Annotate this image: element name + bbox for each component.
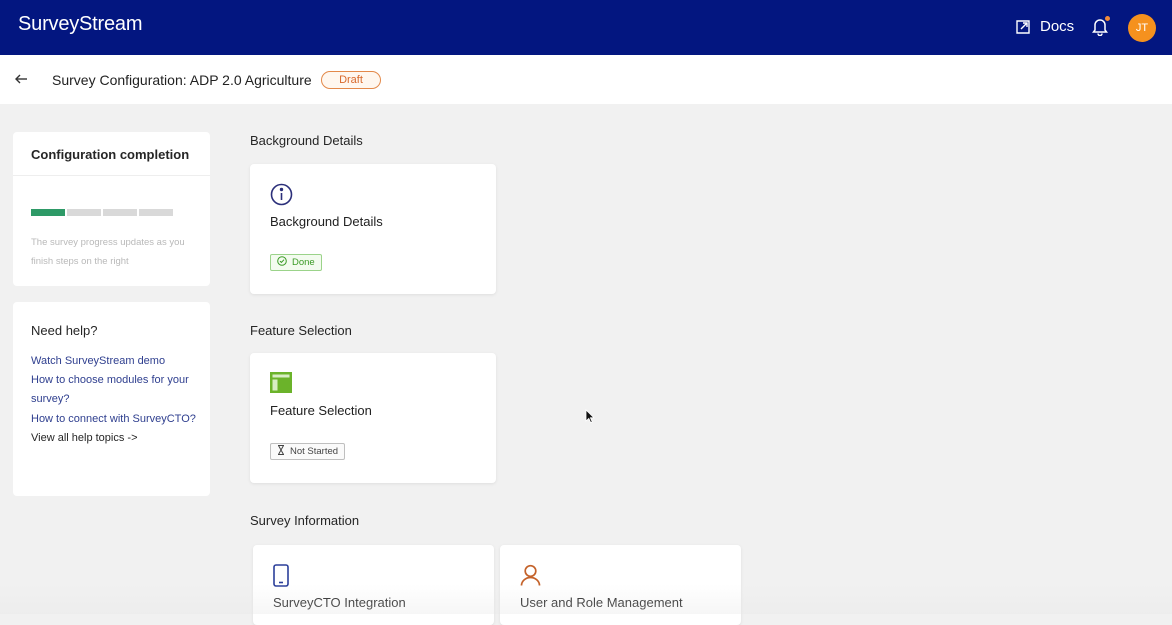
user-icon <box>520 564 541 591</box>
section-title-background-details: Background Details <box>250 133 363 148</box>
card-label: User and Role Management <box>520 595 683 610</box>
help-link-choose-modules[interactable]: How to choose modules for your survey? <box>31 371 201 409</box>
section-title-survey-information: Survey Information <box>250 513 360 528</box>
page-header: Survey Configuration: ADP 2.0 Agricultur… <box>0 55 1172 104</box>
page-title: Survey Configuration: ADP 2.0 Agricultur… <box>52 72 312 88</box>
card-label: Background Details <box>270 214 383 229</box>
progress-note: The survey progress updates as you finis… <box>31 237 185 267</box>
user-role-management-card[interactable]: User and Role Management <box>500 545 741 625</box>
section-title-feature-selection: Feature Selection <box>250 323 352 338</box>
bell-icon <box>1091 19 1109 40</box>
top-navbar: SurveyStream Docs JT <box>0 0 1172 55</box>
mouse-cursor-icon <box>585 409 595 429</box>
progress-segment <box>103 209 137 216</box>
background-details-card[interactable]: Background Details Done <box>250 164 496 294</box>
check-circle-icon <box>277 256 287 269</box>
help-link-connect-surveycto[interactable]: How to connect with SurveyCTO? <box>31 410 201 429</box>
notifications-button[interactable] <box>1091 15 1111 41</box>
help-title: Need help? <box>31 323 98 338</box>
docs-link[interactable]: Docs <box>1015 18 1074 35</box>
progress-segment <box>31 209 65 216</box>
status-label: Done <box>292 257 315 268</box>
surveycto-integration-card[interactable]: SurveyCTO Integration <box>253 545 494 625</box>
hourglass-icon <box>277 445 285 458</box>
progress-bar <box>31 209 173 216</box>
card-label: SurveyCTO Integration <box>273 595 406 610</box>
status-badge: Draft <box>321 71 381 89</box>
feature-selection-card[interactable]: Feature Selection Not Started <box>250 353 496 483</box>
help-panel: Need help? Watch SurveyStream demo How t… <box>13 302 210 496</box>
panel-title: Configuration completion <box>13 132 210 176</box>
layout-icon <box>270 372 292 398</box>
configuration-completion-panel: Configuration completion The survey prog… <box>13 132 210 286</box>
info-icon <box>270 183 293 211</box>
app-logo[interactable]: SurveyStream <box>18 13 143 36</box>
mobile-icon <box>273 564 289 592</box>
user-avatar[interactable]: JT <box>1128 14 1156 42</box>
docs-label: Docs <box>1040 18 1075 35</box>
docs-icon <box>1015 18 1032 35</box>
help-link-demo[interactable]: Watch SurveyStream demo <box>31 352 201 371</box>
back-arrow-icon[interactable] <box>14 72 28 91</box>
status-tag-done: Done <box>270 254 322 271</box>
notification-dot <box>1104 15 1111 22</box>
status-tag-not-started: Not Started <box>270 443 346 460</box>
progress-segment <box>139 209 173 216</box>
progress-segment <box>67 209 101 216</box>
card-label: Feature Selection <box>270 403 372 418</box>
status-label: Not Started <box>290 446 339 457</box>
help-link-all-topics[interactable]: View all help topics -> <box>31 429 201 448</box>
help-links: Watch SurveyStream demo How to choose mo… <box>31 352 201 448</box>
